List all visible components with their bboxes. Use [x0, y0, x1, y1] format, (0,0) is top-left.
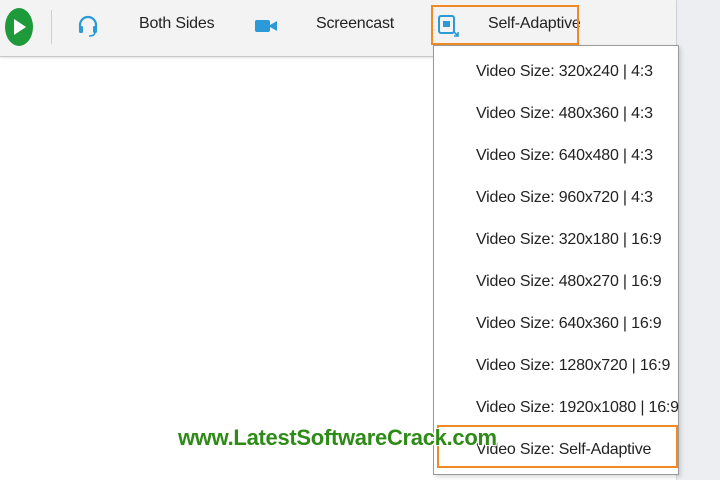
menu-item-1280x720[interactable]: Video Size: 1280x720 | 16:9 [476, 357, 670, 375]
play-icon [11, 18, 27, 36]
menu-item-640x480[interactable]: Video Size: 640x480 | 4:3 [476, 147, 653, 165]
menu-item-960x720[interactable]: Video Size: 960x720 | 4:3 [476, 189, 653, 207]
play-button[interactable] [5, 8, 33, 46]
menu-item-1920x1080[interactable]: Video Size: 1920x1080 | 16:9 [476, 399, 679, 417]
both-sides-label[interactable]: Both Sides [139, 15, 215, 33]
menu-item-320x240[interactable]: Video Size: 320x240 | 4:3 [476, 63, 653, 81]
watermark-text: www.LatestSoftwareCrack.com [178, 425, 497, 450]
window-edge-panel [676, 0, 720, 480]
menu-item-480x360[interactable]: Video Size: 480x360 | 4:3 [476, 105, 653, 123]
screencast-button[interactable] [254, 13, 278, 39]
menu-item-320x180[interactable]: Video Size: 320x180 | 16:9 [476, 231, 662, 249]
screencast-label[interactable]: Screencast [316, 15, 394, 33]
toolbar-separator [51, 10, 52, 44]
video-size-dropdown-menu: Video Size: 320x240 | 4:3 Video Size: 48… [433, 45, 679, 475]
menu-item-480x270[interactable]: Video Size: 480x270 | 16:9 [476, 273, 662, 291]
headset-icon [77, 14, 99, 38]
video-camera-icon [254, 17, 278, 35]
menu-item-640x360[interactable]: Video Size: 640x360 | 16:9 [476, 315, 662, 333]
self-adaptive-highlight-box [431, 5, 579, 45]
both-sides-button[interactable] [76, 13, 100, 39]
